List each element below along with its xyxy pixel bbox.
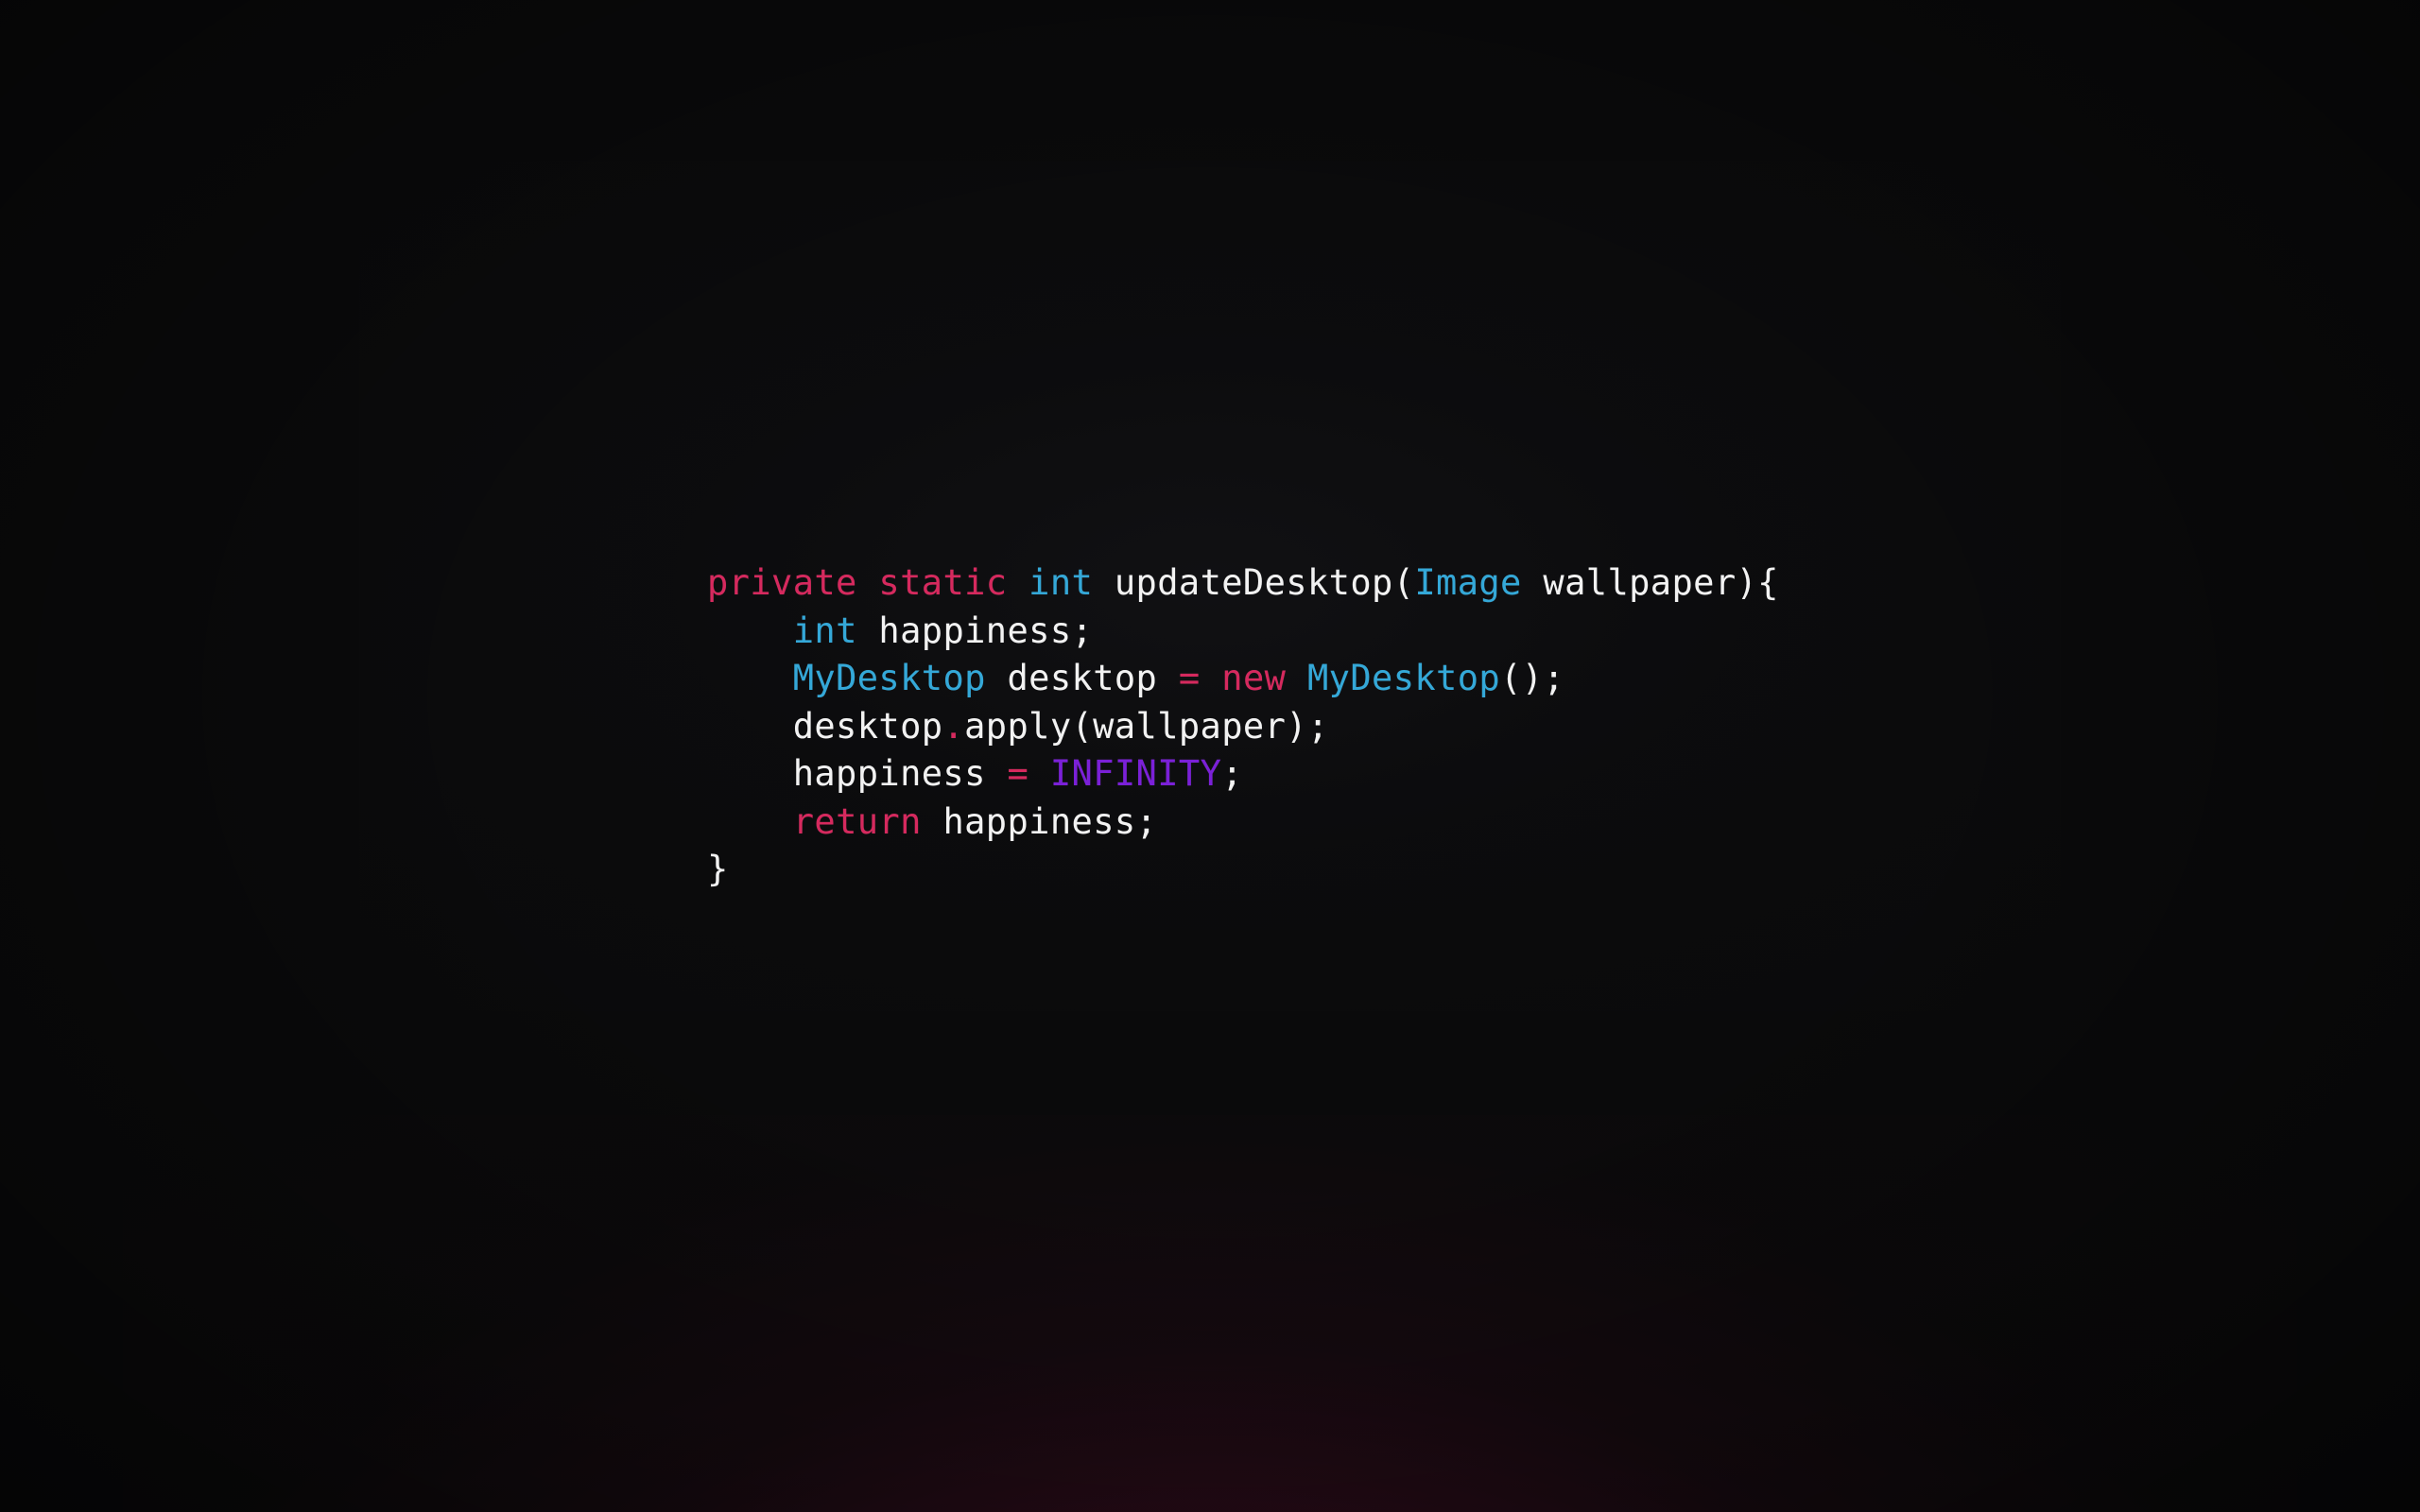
code-line: MyDesktop desktop = new MyDesktop(); xyxy=(707,655,1779,703)
code-token-op: = xyxy=(1178,658,1201,698)
code-token-const: INFINITY xyxy=(1049,753,1222,794)
code-token-kw: new xyxy=(1221,658,1287,698)
code-token-plain: wallpaper){ xyxy=(1521,562,1779,603)
code-line: int happiness; xyxy=(707,608,1779,656)
code-token-type: int xyxy=(792,610,857,651)
code-token-kw: return xyxy=(792,800,922,842)
code-token-plain: (); xyxy=(1500,658,1565,698)
desktop-wallpaper: private static int updateDesktop(Image w… xyxy=(0,0,2420,1512)
code-token-type: MyDesktop xyxy=(792,658,986,698)
code-token-plain: happiness xyxy=(707,753,1008,794)
code-token-plain: happiness; xyxy=(921,800,1158,842)
code-line: } xyxy=(707,846,1779,894)
code-token-plain: apply(wallpaper); xyxy=(964,705,1329,747)
code-token-type: int xyxy=(1028,562,1094,603)
code-snippet: private static int updateDesktop(Image w… xyxy=(707,559,1779,894)
code-token-kw: private xyxy=(707,562,857,603)
code-line: return happiness; xyxy=(707,799,1779,847)
code-token-kw: static xyxy=(878,562,1008,603)
bottom-maroon-glow xyxy=(123,1115,2297,1512)
code-token-plain: desktop xyxy=(985,658,1179,698)
code-token-type: Image xyxy=(1414,562,1522,603)
code-line: private static int updateDesktop(Image w… xyxy=(707,559,1779,608)
code-token-plain: happiness; xyxy=(856,610,1094,651)
code-token-plain: } xyxy=(707,849,729,889)
code-token-plain: desktop xyxy=(707,705,943,747)
code-token-plain: updateDesktop( xyxy=(1093,562,1415,603)
code-token-type: MyDesktop xyxy=(1307,658,1501,698)
code-token-plain: ; xyxy=(1221,753,1243,794)
code-token-op: . xyxy=(942,705,965,747)
code-line: happiness = INFINITY; xyxy=(707,750,1779,799)
code-line: desktop.apply(wallpaper); xyxy=(707,703,1779,751)
code-token-op: = xyxy=(1007,753,1029,794)
